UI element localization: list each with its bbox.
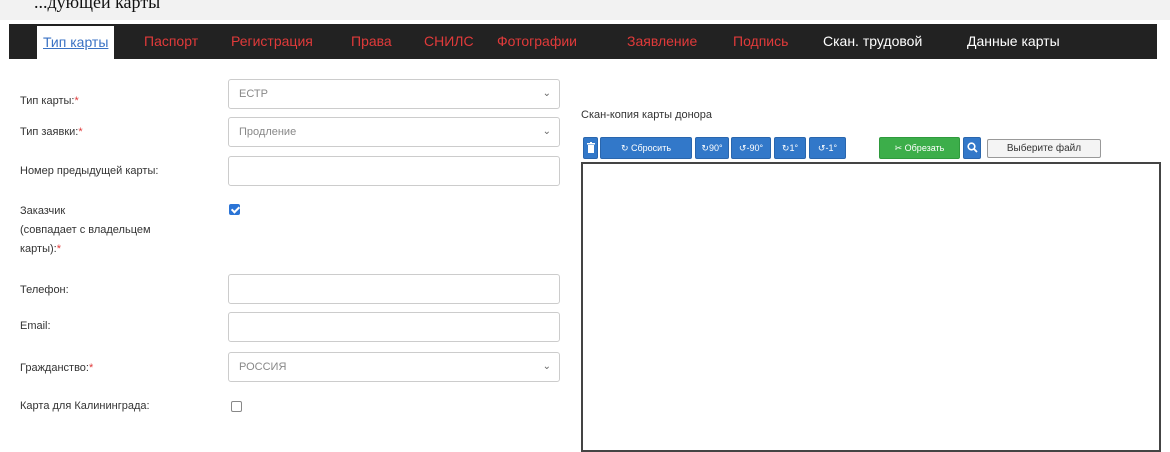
citizenship-select[interactable]: РОССИЯ ⌄ bbox=[228, 352, 560, 382]
citizenship-label: Гражданство:* bbox=[20, 362, 94, 374]
crop-icon: ✂ bbox=[894, 143, 905, 153]
request-type-select[interactable]: Продление ⌄ bbox=[228, 117, 560, 147]
tab-photos[interactable]: Фотографии bbox=[497, 24, 577, 59]
prev-card-input[interactable] bbox=[228, 156, 560, 186]
trash-icon[interactable] bbox=[583, 137, 598, 159]
customer-label: Заказчик (совпадает с владельцем карты):… bbox=[20, 205, 151, 255]
rotate-minus-1-button[interactable]: ↺-1° bbox=[809, 137, 846, 159]
search-icon-glyph bbox=[966, 142, 978, 153]
tab-card-type[interactable]: Тип карты bbox=[37, 26, 115, 59]
rotate-90-button[interactable]: ↻90° bbox=[695, 137, 729, 159]
chevron-down-icon: ⌄ bbox=[542, 126, 551, 137]
citizenship-value: РОССИЯ bbox=[239, 361, 287, 373]
request-type-label: Тип заявки:* bbox=[20, 126, 83, 138]
refresh-icon: ↻ bbox=[620, 143, 632, 153]
card-type-label: Тип карты:* bbox=[20, 95, 79, 107]
tab-passport[interactable]: Паспорт bbox=[144, 24, 198, 59]
card-type-select[interactable]: ЕСТР ⌄ bbox=[228, 79, 560, 109]
tab-snils[interactable]: СНИЛС bbox=[424, 24, 474, 59]
rotate-minus-90-button[interactable]: ↺-90° bbox=[731, 137, 771, 159]
scan-preview-area bbox=[581, 162, 1161, 452]
rotate-1-button[interactable]: ↻1° bbox=[774, 137, 806, 159]
cropped-caption: ...дующей карты bbox=[0, 0, 1170, 20]
tab-signature[interactable]: Подпись bbox=[733, 24, 788, 59]
kaliningrad-checkbox[interactable] bbox=[231, 401, 242, 412]
card-type-value: ЕСТР bbox=[239, 88, 268, 100]
chevron-down-icon: ⌄ bbox=[542, 361, 551, 372]
tab-work-scan[interactable]: Скан. трудовой bbox=[823, 24, 922, 59]
chevron-down-icon: ⌄ bbox=[542, 88, 551, 99]
tab-card-data[interactable]: Данные карты bbox=[967, 24, 1060, 59]
prev-card-label: Номер предыдущей карты: bbox=[20, 165, 159, 177]
email-label: Email: bbox=[20, 320, 51, 332]
kaliningrad-label: Карта для Калининграда: bbox=[20, 400, 150, 412]
customer-checkbox[interactable] bbox=[229, 204, 240, 215]
search-icon[interactable] bbox=[963, 137, 981, 159]
phone-label: Телефон: bbox=[20, 284, 69, 296]
tab-registration[interactable]: Регистрация bbox=[231, 24, 313, 59]
email-input[interactable] bbox=[228, 312, 560, 342]
trash-icon-glyph bbox=[586, 142, 595, 153]
tab-bar: Тип карты Паспорт Регистрация Права СНИЛ… bbox=[9, 24, 1157, 59]
crop-button[interactable]: ✂ Обрезать bbox=[879, 137, 960, 159]
caption-text: ...дующей карты bbox=[34, 0, 161, 12]
scan-title: Скан-копия карты донора bbox=[581, 109, 713, 121]
phone-input[interactable] bbox=[228, 274, 560, 304]
tab-license[interactable]: Права bbox=[351, 24, 392, 59]
request-type-value: Продление bbox=[239, 126, 297, 138]
rotate-cw-icon: ↻ bbox=[701, 143, 709, 153]
reset-button[interactable]: ↻ Сбросить bbox=[600, 137, 692, 159]
tab-application[interactable]: Заявление bbox=[627, 24, 697, 59]
choose-file-button[interactable]: Выберите файл bbox=[987, 139, 1101, 158]
